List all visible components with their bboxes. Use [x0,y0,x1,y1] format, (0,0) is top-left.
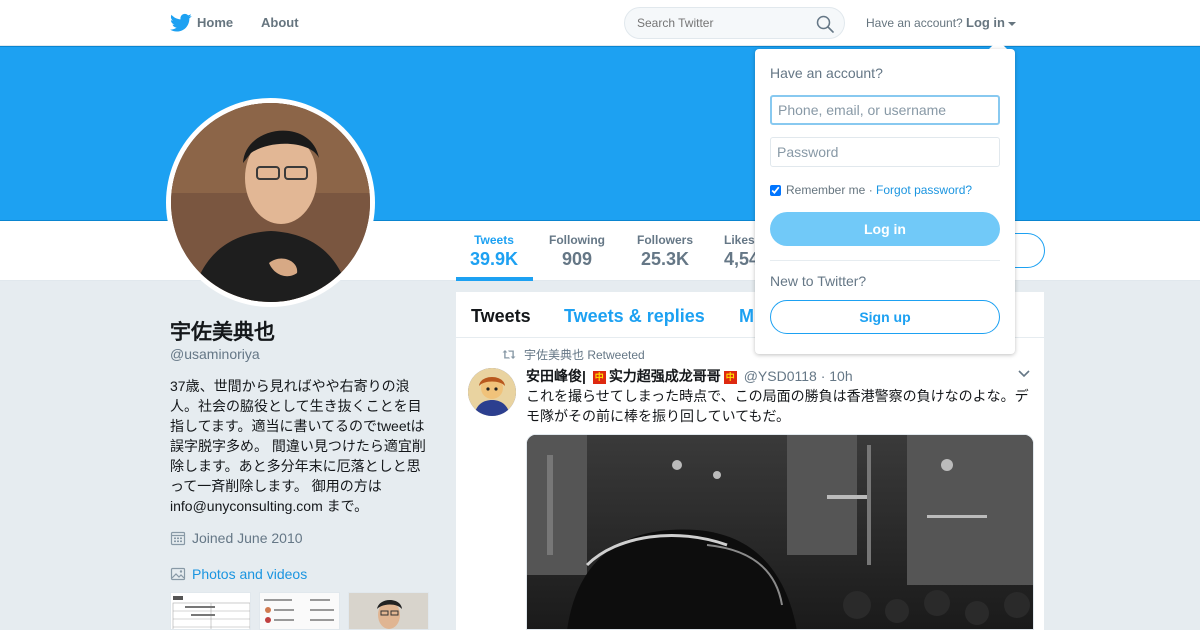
photo-thumbnail[interactable] [259,592,340,630]
photo-thumbnail[interactable] [170,592,251,630]
search-input[interactable] [637,16,807,30]
search-icon[interactable] [816,15,834,33]
tweet-timestamp[interactable]: 10h [829,368,852,384]
chevron-down-icon[interactable] [1018,370,1030,378]
joined-date: Joined June 2010 [170,530,303,546]
photo-icon [170,567,186,581]
remember-me-row: Remember me · Forgot password? [770,183,972,197]
login-dropdown: Have an account? Remember me · Forgot pa… [755,49,1015,354]
photos-link-text: Photos and videos [192,566,308,582]
stat-value: 4,54 [724,249,758,269]
tweet-author-name[interactable]: 安田峰俊| 中实力超强成龙哥哥中 [526,368,740,384]
profile-name[interactable]: 宇佐美典也 [170,316,275,346]
stat-value: 39.9K [469,249,519,269]
retweet-context: 宇佐美典也 Retweeted [502,346,645,363]
dropdown-title: Have an account? [770,65,883,81]
stat-value: 25.3K [640,249,690,269]
tweet-media-image[interactable] [526,434,1034,630]
author-name-part: 安田峰俊| [526,368,586,384]
avatar-photo [171,103,370,302]
divider [770,260,1000,261]
forgot-password-link[interactable]: Forgot password? [876,183,972,197]
china-flag-emoji-icon: 中 [723,370,737,384]
nav-about-link[interactable]: About [261,15,299,30]
login-button[interactable]: Log in [770,212,1000,246]
tweet-meta-separator: · [820,368,826,384]
stat-following[interactable]: Following 909 [547,233,607,270]
remember-separator: · [868,183,873,197]
photo-thumbnail[interactable] [348,592,429,630]
login-dropdown-toggle[interactable]: Log in [966,15,1016,30]
calendar-icon [170,531,186,546]
have-account-text: Have an account? [866,16,963,30]
profile-handle[interactable]: @usaminoriya [170,346,260,362]
joined-text: Joined June 2010 [192,530,303,546]
profile-avatar[interactable] [166,98,375,307]
new-to-twitter-text: New to Twitter? [770,273,867,289]
tab-tweets-replies[interactable]: Tweets & replies [564,306,705,327]
stat-value: 909 [561,249,593,269]
china-flag-emoji-icon: 中 [592,370,606,384]
remember-me-label[interactable]: Remember me [786,183,865,197]
profile-bio: 37歳、世間から見ればやや右寄りの浪人。社会の脇役として生き抜くことを目指してま… [170,378,426,514]
active-stat-underline [456,277,533,281]
stat-label: Likes [724,233,755,247]
stat-label: Following [549,233,605,247]
caret-down-icon [1008,21,1016,26]
photos-videos-link[interactable]: Photos and videos [170,566,307,582]
nav-home-link[interactable]: Home [197,15,233,30]
twitter-bird-icon[interactable] [170,13,192,33]
tab-media[interactable]: M [739,306,754,327]
retweet-context-text[interactable]: 宇佐美典也 Retweeted [524,346,645,363]
password-field[interactable] [770,137,1000,167]
search-box[interactable] [624,7,845,39]
stat-likes[interactable]: Likes 4,54 [724,233,758,270]
top-nav: Home About Have an account? Log in [0,0,1200,46]
author-name-part: 实力超强成龙哥哥 [608,368,721,384]
tab-tweets[interactable]: Tweets [471,306,531,327]
login-label: Log in [966,15,1005,30]
stat-followers[interactable]: Followers 25.3K [635,233,695,270]
username-field[interactable] [770,95,1000,125]
tweet-header: 安田峰俊| 中实力超强成龙哥哥中 @YSD0118 · 10h [526,366,853,386]
stat-label: Tweets [474,233,514,247]
tweet-author-avatar[interactable] [468,368,516,416]
tweet-handle[interactable]: @YSD0118 [744,368,817,384]
remember-me-checkbox[interactable] [770,184,781,196]
signup-button[interactable]: Sign up [770,300,1000,334]
tweet-text: これを撮らせてしまった時点で、この局面の勝負は香港警察の負けなのよな。デモ隊がそ… [526,388,1029,424]
stat-tweets[interactable]: Tweets 39.9K [469,233,519,270]
stat-label: Followers [636,233,693,247]
retweet-icon [502,350,516,359]
